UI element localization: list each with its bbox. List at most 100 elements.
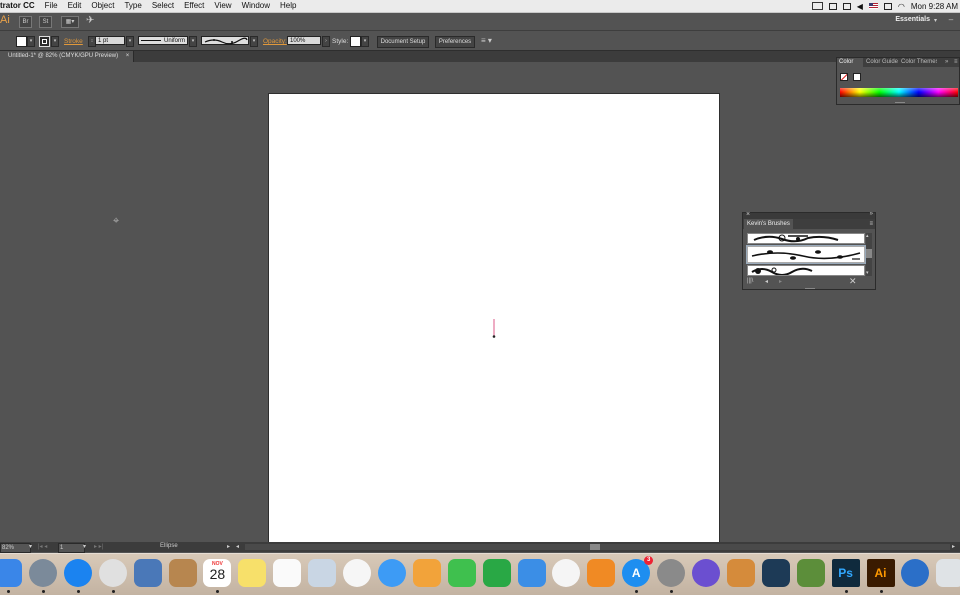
brush-swatch-1[interactable] bbox=[747, 233, 865, 244]
music-note-icon[interactable] bbox=[552, 559, 581, 587]
volume-icon[interactable]: ◀ bbox=[857, 2, 863, 11]
scroll-thumb[interactable] bbox=[866, 249, 872, 258]
expand-panel-icon[interactable]: » bbox=[943, 58, 950, 67]
first-artboard-icon[interactable]: |◂ ◂ bbox=[38, 543, 47, 550]
preferences-button[interactable]: Preferences bbox=[435, 36, 475, 48]
collapse-panel-icon[interactable]: » bbox=[870, 211, 873, 217]
photo-viewer-icon[interactable] bbox=[308, 559, 337, 587]
ai-icon[interactable]: Ai bbox=[866, 559, 895, 587]
menu-type[interactable]: Type bbox=[119, 0, 146, 12]
gear-icon[interactable] bbox=[657, 559, 686, 587]
close-tab-icon[interactable]: × bbox=[126, 53, 130, 59]
selected-path-anchor-icon[interactable] bbox=[491, 317, 497, 339]
language-input-icon[interactable] bbox=[883, 2, 892, 10]
tab-color-guide[interactable]: Color Guide bbox=[864, 58, 900, 67]
arrange-documents-button[interactable]: ▦▾ bbox=[61, 16, 79, 28]
opacity-dropdown[interactable]: › bbox=[322, 36, 330, 47]
document-setup-button[interactable]: Document Setup bbox=[377, 36, 429, 48]
brush-dropdown[interactable]: ▾ bbox=[250, 36, 258, 47]
wifi-icon[interactable]: ◠ bbox=[898, 2, 905, 11]
app-store-icon[interactable]: A3 bbox=[622, 556, 654, 587]
menu-file[interactable]: File bbox=[40, 0, 63, 12]
brush-libraries-menu-icon[interactable]: |||\ bbox=[747, 278, 753, 284]
tab-kevins-brushes[interactable]: Kevin's Brushes bbox=[744, 219, 793, 229]
podium-icon[interactable] bbox=[517, 559, 546, 587]
next-artboard-icon[interactable]: ▸ ▸| bbox=[94, 543, 103, 550]
fill-swatch[interactable] bbox=[16, 36, 27, 47]
artboard-dropdown-icon[interactable]: ▾ bbox=[83, 543, 86, 550]
video-camera-icon[interactable] bbox=[447, 559, 476, 587]
flag-us-icon[interactable] bbox=[868, 3, 878, 9]
menu-window[interactable]: Window bbox=[237, 0, 275, 12]
app-menu[interactable]: trator CC bbox=[0, 0, 40, 12]
opacity-field[interactable]: 100% bbox=[287, 36, 321, 45]
menu-select[interactable]: Select bbox=[147, 0, 179, 12]
color-spectrum[interactable] bbox=[840, 88, 958, 97]
graphic-style-dropdown[interactable]: ▾ bbox=[361, 36, 369, 47]
fill-dropdown[interactable]: ▾ bbox=[27, 36, 35, 47]
stock-button[interactable]: St bbox=[39, 16, 52, 28]
photos-flower-icon[interactable] bbox=[343, 559, 371, 587]
scroll-down-icon[interactable]: ▾ bbox=[866, 270, 869, 276]
gpu-performance-icon[interactable]: ✈ bbox=[86, 15, 94, 26]
book-icon[interactable] bbox=[587, 559, 616, 587]
scroll-up-icon[interactable]: ▴ bbox=[866, 233, 869, 239]
artboard-number-field[interactable]: 1 bbox=[58, 543, 85, 553]
status-menu-icon[interactable]: ▸ bbox=[227, 543, 230, 550]
airplay-icon[interactable] bbox=[842, 2, 851, 10]
document-tab[interactable]: Untitled-1* @ 82% (CMYK/GPU Preview) × bbox=[0, 51, 135, 62]
zoom-dropdown-icon[interactable]: ▾ bbox=[29, 543, 32, 550]
stroke-swatch-dropdown[interactable]: ▾ bbox=[51, 36, 59, 47]
artboard[interactable] bbox=[269, 94, 719, 542]
stroke-label[interactable]: Stroke bbox=[64, 38, 83, 45]
close-panel-icon[interactable]: × bbox=[746, 211, 750, 218]
guitar-icon[interactable] bbox=[726, 559, 755, 587]
search-stock-icon[interactable]: – bbox=[946, 15, 956, 25]
scroll-right-icon[interactable]: ▸ bbox=[952, 543, 955, 550]
menu-object[interactable]: Object bbox=[86, 0, 119, 12]
brush-swatch-2-selected[interactable] bbox=[747, 246, 865, 263]
battery-icon[interactable] bbox=[811, 2, 823, 10]
stroke-weight-field[interactable]: 1 pt bbox=[95, 36, 125, 45]
bridge-button[interactable]: Br bbox=[19, 16, 32, 28]
compass-icon[interactable] bbox=[63, 559, 92, 587]
workspace-caret-icon[interactable]: ▾ bbox=[934, 17, 937, 24]
white-swatch[interactable] bbox=[853, 73, 861, 81]
horizontal-scrollbar[interactable] bbox=[245, 544, 950, 550]
graphic-style-swatch[interactable] bbox=[350, 36, 361, 47]
finder-icon[interactable] bbox=[0, 559, 22, 587]
none-swatch-icon[interactable] bbox=[840, 73, 848, 81]
menu-help[interactable]: Help bbox=[275, 0, 301, 12]
quicktime-icon[interactable] bbox=[901, 559, 930, 587]
variable-width-profile[interactable]: Uniform bbox=[138, 36, 188, 45]
horizontal-scroll-thumb[interactable] bbox=[590, 544, 600, 550]
brushes-scrollbar[interactable]: ▴ ▾ bbox=[866, 233, 872, 276]
league-icon[interactable] bbox=[761, 559, 790, 587]
workspace-switcher[interactable]: Essentials bbox=[895, 16, 930, 23]
brushes-menu-icon[interactable]: ≡ bbox=[869, 219, 873, 229]
menu-view[interactable]: View bbox=[209, 0, 236, 12]
contacts-book-icon[interactable] bbox=[168, 559, 197, 587]
panel-menu-icon[interactable]: ≡ bbox=[952, 58, 960, 67]
clock[interactable]: Mon 9:28 AM bbox=[911, 2, 958, 11]
trash-icon[interactable] bbox=[936, 559, 960, 587]
previous-library-icon[interactable]: ◂ bbox=[765, 278, 768, 285]
brushes-resize-handle[interactable] bbox=[805, 288, 815, 289]
calendar-icon[interactable]: NOV 28 bbox=[203, 559, 232, 587]
opacity-label[interactable]: Opacity: bbox=[263, 38, 287, 45]
speech-bubble-icon[interactable] bbox=[377, 559, 406, 587]
tab-color[interactable]: Color bbox=[837, 58, 863, 67]
display-mirror-icon[interactable] bbox=[828, 2, 837, 10]
zoom-field[interactable]: 82% bbox=[0, 543, 31, 553]
rocket-icon[interactable] bbox=[28, 559, 57, 587]
menu-edit[interactable]: Edit bbox=[63, 0, 87, 12]
ps-icon[interactable]: Ps bbox=[831, 559, 860, 587]
checklist-icon[interactable] bbox=[273, 559, 302, 587]
bar-chart-icon[interactable] bbox=[482, 559, 511, 587]
close-library-icon[interactable]: ✕ bbox=[849, 276, 857, 287]
scroll-left-icon[interactable]: ◂ bbox=[236, 543, 239, 550]
stroke-swatch[interactable] bbox=[39, 36, 50, 47]
next-library-icon[interactable]: ▸ bbox=[779, 278, 782, 285]
notepad-icon[interactable] bbox=[238, 559, 267, 587]
panel-resize-handle[interactable] bbox=[895, 102, 905, 103]
